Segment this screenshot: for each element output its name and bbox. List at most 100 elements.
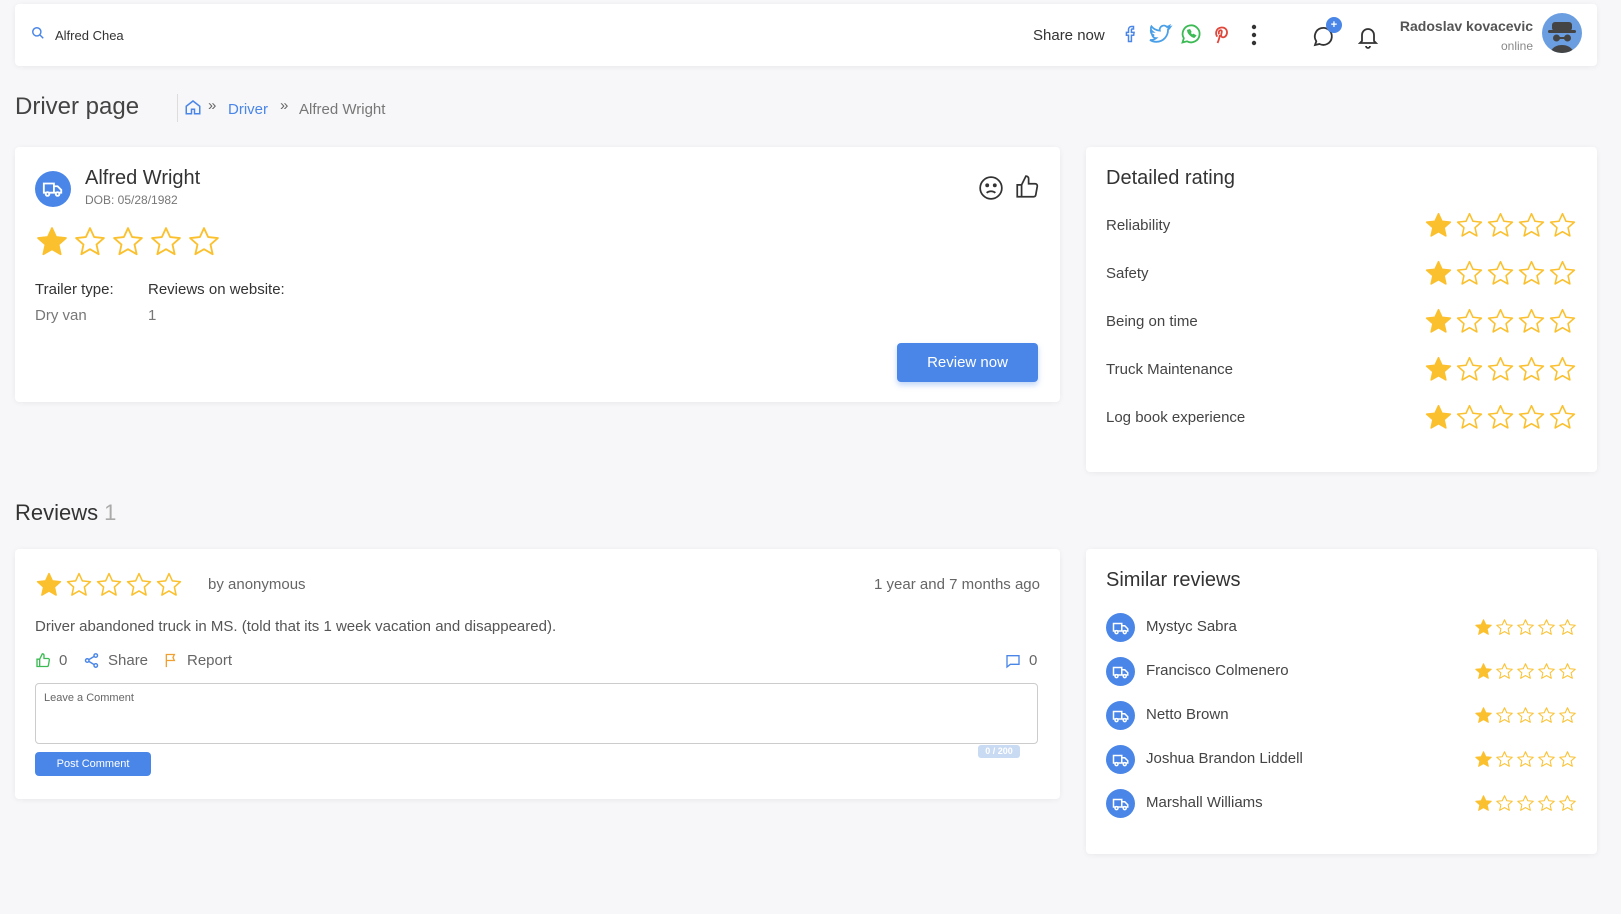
star-filled-icon bbox=[37, 227, 67, 256]
star-empty-icon bbox=[1487, 308, 1514, 333]
star-empty-icon bbox=[1538, 663, 1555, 679]
star-filled-icon bbox=[36, 572, 62, 596]
driver-name: Alfred Wright bbox=[85, 167, 201, 189]
rating-stars[interactable] bbox=[1424, 211, 1577, 240]
home-icon[interactable] bbox=[184, 98, 202, 116]
similar-review-item[interactable]: Joshua Brandon Liddell bbox=[1106, 742, 1577, 776]
whatsapp-icon[interactable] bbox=[1179, 22, 1203, 46]
star-empty-icon bbox=[1538, 795, 1555, 811]
avatar[interactable] bbox=[1542, 13, 1582, 53]
similar-review-name: Netto Brown bbox=[1146, 706, 1229, 723]
similar-badge bbox=[1106, 701, 1135, 730]
avatar-incognito-icon bbox=[1548, 22, 1576, 53]
rating-row-reliability: Reliability bbox=[1106, 211, 1577, 241]
similar-badge bbox=[1106, 789, 1135, 818]
similar-review-item[interactable]: Netto Brown bbox=[1106, 698, 1577, 732]
star-filled-icon bbox=[1425, 308, 1452, 333]
pinterest-icon[interactable] bbox=[1209, 22, 1233, 46]
top-bar: Share now + Radoslav kovacevic online bbox=[15, 4, 1597, 66]
star-empty-icon bbox=[1517, 795, 1534, 811]
comment-input[interactable] bbox=[42, 706, 1027, 740]
star-empty-icon bbox=[1518, 212, 1545, 237]
char-counter: 0 / 200 bbox=[978, 745, 1020, 758]
post-comment-button[interactable]: Post Comment bbox=[35, 752, 151, 776]
star-empty-icon bbox=[1517, 707, 1534, 723]
star-filled-icon bbox=[1425, 404, 1452, 429]
share-now-label: Share now bbox=[1033, 27, 1105, 44]
detailed-rating-title: Detailed rating bbox=[1106, 167, 1235, 189]
similar-review-item[interactable]: Francisco Colmenero bbox=[1106, 654, 1577, 688]
comment-box[interactable]: Leave a Comment bbox=[35, 683, 1038, 744]
similar-review-stars bbox=[1474, 706, 1577, 725]
rating-label: Reliability bbox=[1106, 217, 1171, 234]
star-empty-icon bbox=[1549, 404, 1576, 429]
truck-icon bbox=[1112, 666, 1128, 678]
similar-badge bbox=[1106, 657, 1135, 686]
report-label: Report bbox=[187, 652, 233, 669]
comments-action[interactable]: 0 bbox=[1005, 652, 1037, 669]
dislike-face-icon[interactable] bbox=[978, 175, 1004, 201]
star-empty-icon bbox=[75, 227, 105, 256]
star-empty-icon bbox=[1559, 795, 1576, 811]
similar-reviews-title: Similar reviews bbox=[1106, 569, 1241, 591]
similar-review-name: Joshua Brandon Liddell bbox=[1146, 750, 1303, 767]
similar-review-stars bbox=[1474, 794, 1577, 813]
facebook-icon[interactable] bbox=[1121, 22, 1141, 46]
similar-review-item[interactable]: Marshall Williams bbox=[1106, 786, 1577, 820]
like-action[interactable]: 0 bbox=[35, 652, 67, 669]
star-empty-icon bbox=[1456, 308, 1483, 333]
driver-rating-stars bbox=[35, 225, 221, 259]
star-empty-icon bbox=[1496, 663, 1513, 679]
rating-row-log-book-experience: Log book experience bbox=[1106, 403, 1577, 433]
truck-icon bbox=[1112, 754, 1128, 766]
star-empty-icon bbox=[1538, 707, 1555, 723]
star-empty-icon bbox=[1549, 308, 1576, 333]
star-empty-icon bbox=[189, 227, 219, 256]
similar-review-item[interactable]: Mystyc Sabra bbox=[1106, 610, 1577, 644]
report-action[interactable]: Report bbox=[163, 652, 232, 669]
star-filled-icon bbox=[1425, 212, 1452, 237]
truck-icon bbox=[1112, 710, 1128, 722]
reviews-heading: Reviews 1 bbox=[15, 500, 116, 526]
twitter-icon[interactable] bbox=[1147, 22, 1173, 46]
similar-review-name: Marshall Williams bbox=[1146, 794, 1263, 811]
rating-stars[interactable] bbox=[1424, 355, 1577, 384]
star-empty-icon bbox=[1487, 404, 1514, 429]
rating-stars[interactable] bbox=[1424, 259, 1577, 288]
review-rating-stars bbox=[35, 571, 183, 599]
star-empty-icon bbox=[1456, 260, 1483, 285]
star-empty-icon bbox=[1456, 212, 1483, 237]
review-card: by anonymous 1 year and 7 months ago Dri… bbox=[15, 549, 1060, 799]
breadcrumb-driver-link[interactable]: Driver bbox=[228, 101, 268, 118]
star-empty-icon bbox=[1487, 356, 1514, 381]
rating-stars[interactable] bbox=[1424, 307, 1577, 336]
star-empty-icon bbox=[1496, 619, 1513, 635]
bell-icon[interactable] bbox=[1356, 24, 1380, 50]
star-empty-icon bbox=[126, 572, 152, 596]
similar-review-stars bbox=[1474, 618, 1577, 637]
share-action[interactable]: Share bbox=[83, 652, 148, 669]
more-options-icon[interactable] bbox=[1251, 24, 1257, 46]
trailer-type-value: Dry van bbox=[35, 307, 87, 324]
rating-label: Log book experience bbox=[1106, 409, 1246, 426]
star-empty-icon bbox=[1549, 260, 1576, 285]
star-empty-icon bbox=[1496, 751, 1513, 767]
comment-icon bbox=[1006, 654, 1020, 668]
star-empty-icon bbox=[156, 572, 182, 596]
user-status: online bbox=[1500, 39, 1533, 53]
breadcrumb-current: Alfred Wright bbox=[299, 101, 386, 118]
user-name[interactable]: Radoslav kovacevic bbox=[1400, 18, 1533, 34]
search-input[interactable] bbox=[55, 24, 555, 46]
star-empty-icon bbox=[1487, 212, 1514, 237]
star-empty-icon bbox=[1559, 663, 1576, 679]
review-now-button[interactable]: Review now bbox=[897, 343, 1038, 382]
star-empty-icon bbox=[1518, 404, 1545, 429]
trailer-type-label: Trailer type: bbox=[35, 281, 114, 298]
star-filled-icon bbox=[1425, 260, 1452, 285]
star-empty-icon bbox=[1518, 308, 1545, 333]
star-empty-icon bbox=[1456, 356, 1483, 381]
rating-stars[interactable] bbox=[1424, 403, 1577, 432]
page-title: Driver page bbox=[15, 93, 140, 120]
thumbs-up-icon[interactable] bbox=[1014, 173, 1040, 201]
detailed-rating-card: Detailed rating Reliability Safety Being… bbox=[1086, 147, 1597, 472]
